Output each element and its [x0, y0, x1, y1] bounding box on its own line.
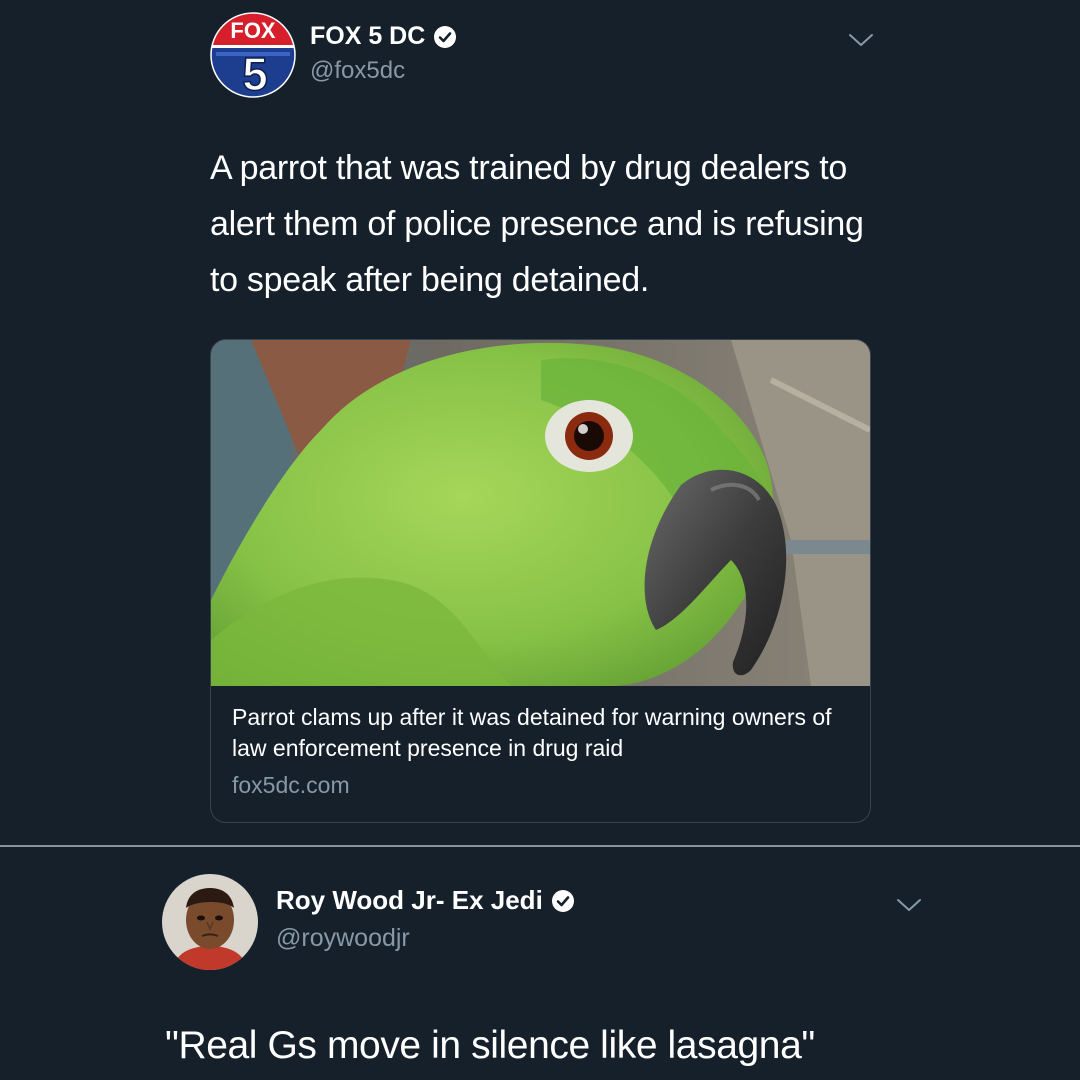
verified-icon — [433, 25, 457, 49]
tweet1-text: A parrot that was trained by drug dealer… — [210, 149, 864, 299]
chevron-down-icon[interactable] — [848, 32, 874, 48]
tweet1-display-name-row: FOX 5 DC — [310, 22, 457, 51]
tweet1-display-name: FOX 5 DC — [310, 22, 426, 50]
tweet1-author[interactable]: FOX 5 DC @fox5dc — [310, 22, 457, 85]
avatar-photo — [162, 874, 258, 970]
tweet-thread-screenshot: FOX 5 FOX 5 DC @fox5dc A parrot that was… — [0, 0, 1080, 1080]
link-card[interactable]: Parrot clams up after it was detained fo… — [210, 339, 871, 823]
tweet1-handle: @fox5dc — [310, 57, 406, 84]
card-title: Parrot clams up after it was detained fo… — [232, 704, 832, 761]
chevron-down-icon[interactable] — [896, 897, 922, 913]
fox5-logo-icon: FOX 5 — [210, 12, 296, 101]
tweet2-author[interactable]: Roy Wood Jr- Ex Jedi @roywoodjr — [276, 885, 575, 953]
parrot-photo — [211, 340, 870, 686]
tweet2-text: "Real Gs move in silence like lasagna" — [165, 1024, 815, 1067]
fox5-avatar[interactable]: FOX 5 — [210, 12, 296, 101]
tweet2-display-name: Roy Wood Jr- Ex Jedi — [276, 885, 543, 915]
tweet2-handle: @roywoodjr — [276, 924, 410, 952]
roywoodjr-avatar[interactable] — [162, 874, 258, 970]
card-domain: fox5dc.com — [232, 772, 350, 798]
svg-text:FOX: FOX — [230, 18, 276, 43]
svg-text:5: 5 — [242, 48, 268, 98]
verified-icon — [551, 889, 575, 913]
thread-divider — [0, 845, 1080, 847]
tweet2-display-name-row: Roy Wood Jr- Ex Jedi — [276, 885, 575, 916]
